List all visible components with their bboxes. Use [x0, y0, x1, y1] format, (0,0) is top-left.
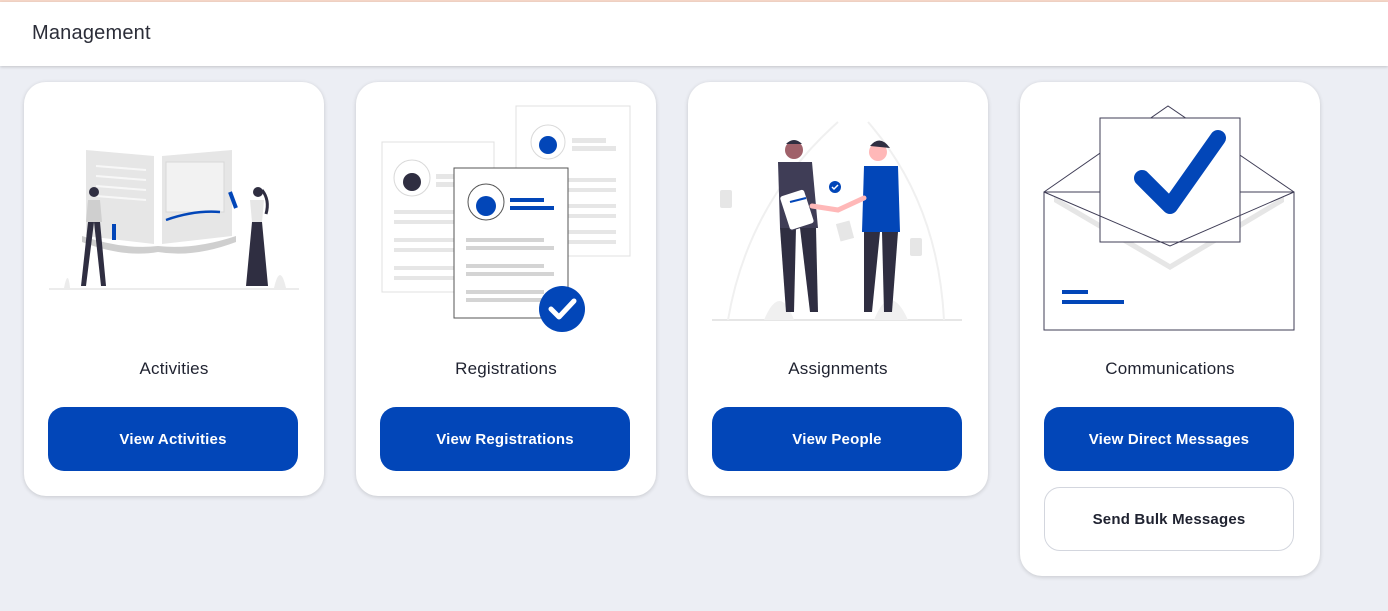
view-direct-messages-button[interactable]: View Direct Messages	[1044, 407, 1294, 471]
envelope-check-illustration	[1043, 105, 1295, 331]
open-book-illustration	[49, 150, 299, 290]
view-registrations-button[interactable]: View Registrations	[380, 407, 630, 471]
page-header: Management	[0, 2, 1388, 66]
card-title-communications: Communications	[1105, 359, 1235, 378]
activities-card: Activities View Activities	[24, 82, 324, 496]
profile-documents-illustration	[381, 105, 631, 332]
registrations-card: Registrations View Registrations	[356, 82, 656, 496]
send-bulk-messages-button[interactable]: Send Bulk Messages	[1044, 487, 1294, 551]
page-title: Management	[32, 22, 151, 44]
communications-card: Communications View Direct Messages Send…	[1020, 82, 1320, 576]
card-title-registrations: Registrations	[455, 359, 557, 378]
card-title-assignments: Assignments	[788, 359, 888, 378]
card-title-activities: Activities	[139, 359, 209, 378]
view-activities-button[interactable]: View Activities	[48, 407, 298, 471]
view-people-button[interactable]: View People	[712, 407, 962, 471]
handshake-illustration	[712, 121, 962, 321]
assignments-card: Assignments View People	[688, 82, 988, 496]
